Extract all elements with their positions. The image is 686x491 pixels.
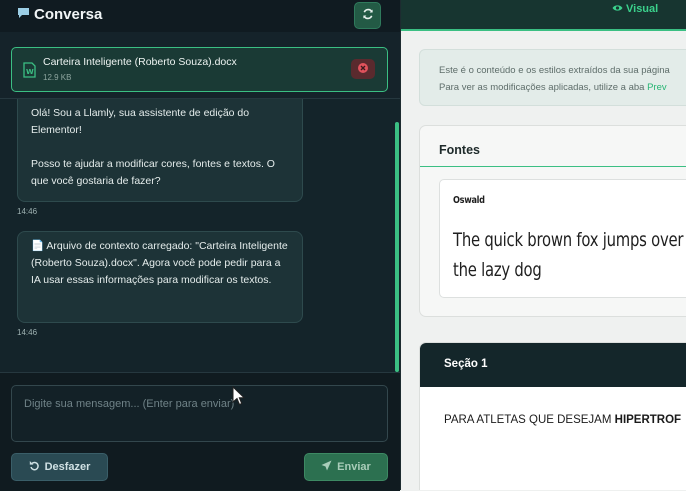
svg-text:W: W (26, 68, 34, 76)
file-name: Carteira Inteligente (Roberto Souza).doc… (43, 56, 237, 68)
message-input[interactable] (11, 385, 388, 442)
undo-label: Desfazer (44, 461, 91, 473)
message-composer: Desfazer Enviar (0, 372, 400, 491)
undo-button[interactable]: Desfazer (11, 453, 108, 481)
tab-visual-label: Visual (626, 3, 659, 15)
chat-panel: Conversa W Carteira Inteligente (Roberto… (0, 0, 400, 491)
undo-icon (29, 460, 40, 474)
fonts-heading: Fontes (439, 143, 480, 157)
section-text: PARA ATLETAS QUE DESEJAM HIPERTROF (444, 414, 681, 426)
font-sample-text: The quick brown fox jumps over the lazy … (453, 229, 684, 281)
send-label: Enviar (337, 461, 371, 473)
refresh-icon (362, 7, 374, 25)
mouse-pointer-icon (232, 385, 246, 411)
fonts-card: Fontes Oswald The quick brown fox jumps … (419, 125, 686, 317)
close-icon (358, 60, 368, 78)
info-line-2-text: Para ver as modificações aplicadas, util… (439, 82, 648, 93)
eye-icon (612, 3, 623, 15)
fonts-heading-underline (420, 166, 686, 167)
preview-tabs: Visual (401, 0, 686, 31)
info-notice: Este é o conteúdo e os estilos extraídos… (419, 49, 686, 106)
section-text-bold: HIPERTROF (614, 414, 682, 426)
speech-bubble-icon (17, 6, 30, 23)
assistant-message: Olá! Sou a Llamly, sua assistente de edi… (17, 99, 303, 202)
chat-title-text: Conversa (34, 6, 103, 23)
section-header[interactable]: Seção 1 (420, 343, 686, 387)
send-button[interactable]: Enviar (304, 453, 388, 481)
message-timestamp: 14:46 (17, 328, 38, 337)
info-line-1: Este é o conteúdo e os estilos extraídos… (439, 65, 670, 76)
section-card: Seção 1 PARA ATLETAS QUE DESEJAM HIPERTR… (419, 342, 686, 490)
send-icon (321, 460, 332, 474)
file-size: 12.9 KB (43, 73, 72, 82)
refresh-button[interactable] (354, 2, 381, 29)
section-text-normal: PARA ATLETAS QUE DESEJAM (444, 414, 615, 426)
preview-panel: Visual Este é o conteúdo e os estilos ex… (401, 0, 686, 490)
attached-file-card: W Carteira Inteligente (Roberto Souza).d… (11, 47, 388, 92)
info-line-2: Para ver as modificações aplicadas, util… (439, 79, 686, 96)
remove-file-button[interactable] (351, 59, 375, 79)
message-timestamp: 14:46 (17, 207, 38, 216)
chat-scrollbar[interactable] (395, 122, 399, 372)
font-sample-card: Oswald The quick brown fox jumps over th… (439, 179, 686, 298)
message-list: Olá! Sou a Llamly, sua assistente de edi… (0, 99, 400, 371)
word-file-icon: W (23, 62, 36, 83)
preview-tab-link[interactable]: Prev (647, 82, 667, 93)
system-message: 📄 Arquivo de contexto carregado: "Cartei… (17, 231, 303, 323)
tab-visual[interactable]: Visual (612, 3, 658, 15)
chat-title: Conversa (17, 6, 102, 23)
chat-header: Conversa (0, 0, 400, 32)
section-title: Seção 1 (444, 358, 488, 370)
font-name: Oswald (453, 195, 485, 206)
